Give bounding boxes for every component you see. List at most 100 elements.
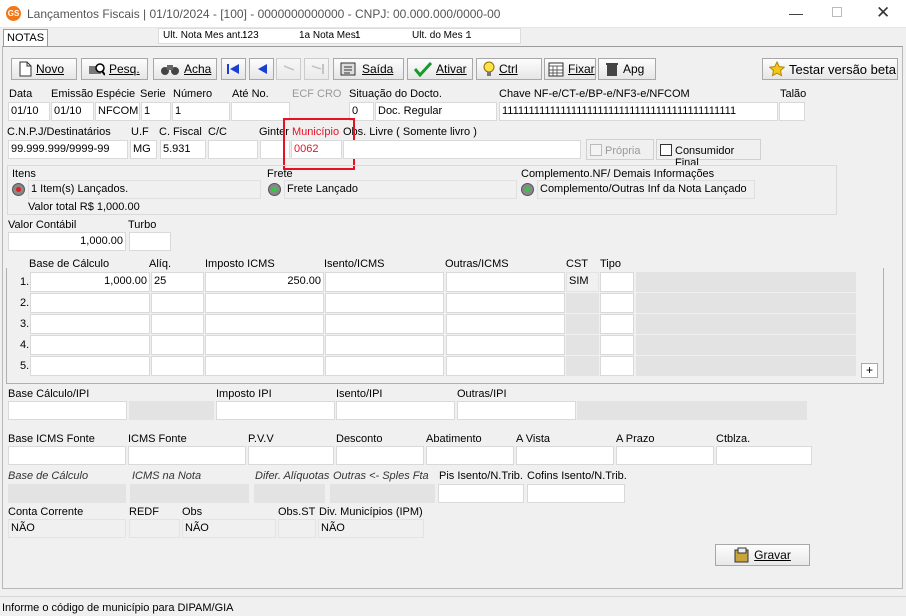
acha-button[interactable]: Acha [153, 58, 217, 80]
icms-cell-cst[interactable] [566, 293, 599, 313]
abatimento-field[interactable] [426, 446, 514, 465]
obs-livre-field[interactable] [343, 140, 581, 159]
icms-cell-imposto[interactable] [205, 293, 324, 313]
cofins-field[interactable] [527, 484, 625, 503]
icms-cell-imposto[interactable] [205, 335, 324, 355]
itens-status[interactable]: 1 Item(s) Lançados. [28, 180, 261, 199]
pis-field[interactable] [438, 484, 524, 503]
novo-button[interactable]: Novo [11, 58, 77, 80]
a-prazo-field[interactable] [616, 446, 714, 465]
icms-cell-cst[interactable] [566, 314, 599, 334]
ativar-button[interactable]: Ativar [407, 58, 473, 80]
div-municipios-field[interactable]: NÃO [318, 519, 424, 538]
lightbulb-icon [483, 61, 495, 76]
obs-field[interactable]: NÃO [182, 519, 276, 538]
maximize-icon[interactable] [832, 7, 842, 17]
icms-cell-imposto[interactable] [205, 314, 324, 334]
icms-cell-isento[interactable] [325, 293, 444, 313]
last-record-button[interactable] [304, 58, 329, 80]
a-vista-field[interactable] [516, 446, 614, 465]
icms-cell-outras[interactable] [446, 335, 565, 355]
frete-status[interactable]: Frete Lançado [284, 180, 517, 199]
icms-cell-tipo[interactable] [600, 272, 634, 292]
icms-cell-outras[interactable] [446, 356, 565, 376]
data-field[interactable]: 01/10 [8, 102, 50, 121]
icms-cell-cst[interactable] [566, 335, 599, 355]
pvv-field[interactable] [248, 446, 334, 465]
cfiscal-field[interactable]: 5.931 [160, 140, 206, 159]
conta-corrente-field[interactable]: NÃO [8, 519, 126, 538]
prev-record-button[interactable] [249, 58, 274, 80]
icms-cell-base[interactable] [30, 356, 150, 376]
valor-contabil-field[interactable]: 1,000.00 [8, 232, 126, 251]
icms-cell-tipo[interactable] [600, 356, 634, 376]
icms-cell-base[interactable] [30, 314, 150, 334]
icms-cell-x [636, 356, 856, 376]
icms-fonte-field[interactable] [128, 446, 246, 465]
icms-cell-cst[interactable]: SIM [566, 272, 599, 292]
ate-no-field[interactable] [231, 102, 290, 121]
turbo-field[interactable] [129, 232, 171, 251]
emissao-field[interactable]: 01/10 [51, 102, 94, 121]
first-record-button[interactable] [221, 58, 246, 80]
redf-field[interactable] [129, 519, 180, 538]
complemento-status-icon[interactable] [521, 183, 534, 196]
uf-field[interactable]: MG [130, 140, 157, 159]
serie-field[interactable]: 1 [141, 102, 171, 121]
base-ipi-field[interactable] [8, 401, 127, 420]
icms-cell-cst[interactable] [566, 356, 599, 376]
next-record-button[interactable] [276, 58, 301, 80]
gravar-button[interactable]: Gravar [715, 544, 810, 566]
testar-versao-beta-button[interactable]: Testar versão beta [762, 58, 898, 80]
icms-cell-isento[interactable] [325, 314, 444, 334]
icms-cell-isento[interactable] [325, 356, 444, 376]
icms-cell-base[interactable] [30, 293, 150, 313]
propria-checkbox[interactable]: Própria [586, 139, 654, 160]
status-bar: Informe o código de município para DIPAM… [0, 596, 906, 616]
close-icon[interactable]: ✕ [876, 3, 890, 23]
icms-cell-aliq[interactable]: 25 [151, 272, 204, 292]
talao-field[interactable] [779, 102, 805, 121]
frete-status-icon[interactable] [268, 183, 281, 196]
desconto-field[interactable] [336, 446, 424, 465]
minimize-icon[interactable]: — [789, 5, 803, 21]
icms-cell-aliq[interactable] [151, 314, 204, 334]
icms-cell-base[interactable]: 1,000.00 [30, 272, 150, 292]
icms-cell-isento[interactable] [325, 272, 444, 292]
imposto-ipi-field[interactable] [216, 401, 335, 420]
consumidor-final-checkbox[interactable]: Consumidor Final [656, 139, 761, 169]
icms-cell-outras[interactable] [446, 272, 565, 292]
complemento-status[interactable]: Complemento/Outras Inf da Nota Lançado [537, 180, 755, 199]
tab-notas[interactable]: NOTAS [3, 29, 48, 47]
icms-cell-tipo[interactable] [600, 335, 634, 355]
icms-cell-isento[interactable] [325, 335, 444, 355]
fixar-button[interactable]: Fixar [544, 58, 596, 80]
icms-cell-aliq[interactable] [151, 335, 204, 355]
icms-cell-outras[interactable] [446, 293, 565, 313]
add-row-button[interactable]: + [861, 363, 878, 378]
chave-field[interactable]: 1111111111111111111111111111111111111111… [499, 102, 778, 121]
cc-field[interactable] [208, 140, 258, 159]
outras-ipi-field[interactable] [457, 401, 576, 420]
ctrl-button[interactable]: Ctrl [476, 58, 542, 80]
isento-ipi-field[interactable] [336, 401, 455, 420]
apg-button[interactable]: Apg [598, 58, 656, 80]
cnpj-field[interactable]: 99.999.999/9999-99 [8, 140, 128, 159]
icms-cell-tipo[interactable] [600, 293, 634, 313]
numero-field[interactable]: 1 [172, 102, 230, 121]
pesq-button[interactable]: Pesq. [81, 58, 148, 80]
icms-cell-imposto[interactable]: 250.00 [205, 272, 324, 292]
especie-field[interactable]: NFCOM [95, 102, 140, 121]
base-icms-fonte-field[interactable] [8, 446, 126, 465]
icms-cell-tipo[interactable] [600, 314, 634, 334]
obsst-field[interactable] [278, 519, 316, 538]
icms-cell-base[interactable] [30, 335, 150, 355]
icms-cell-aliq[interactable] [151, 356, 204, 376]
saida-button[interactable]: Saída [333, 58, 404, 80]
ctblza-field[interactable] [716, 446, 812, 465]
icms-cell-aliq[interactable] [151, 293, 204, 313]
icms-header-cst: CST [566, 258, 588, 270]
itens-status-icon[interactable] [12, 183, 25, 196]
icms-cell-outras[interactable] [446, 314, 565, 334]
icms-cell-imposto[interactable] [205, 356, 324, 376]
